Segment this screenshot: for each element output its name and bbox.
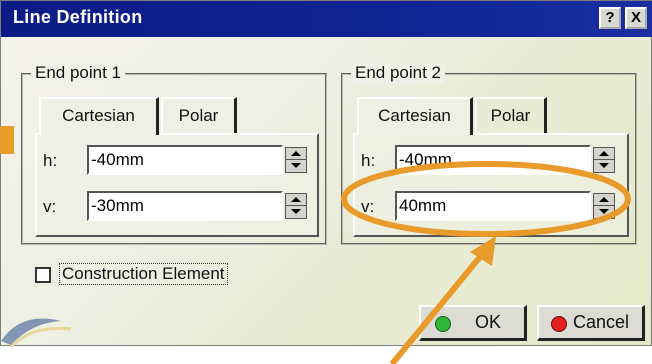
annotation-overlay: [341, 161, 631, 364]
tab-cartesian-1[interactable]: Cartesian: [39, 97, 159, 135]
tab-cartesian-2[interactable]: Cartesian: [357, 97, 473, 135]
annotation-arrow-shaft: [389, 250, 487, 364]
highlight-ellipse: [341, 161, 631, 237]
